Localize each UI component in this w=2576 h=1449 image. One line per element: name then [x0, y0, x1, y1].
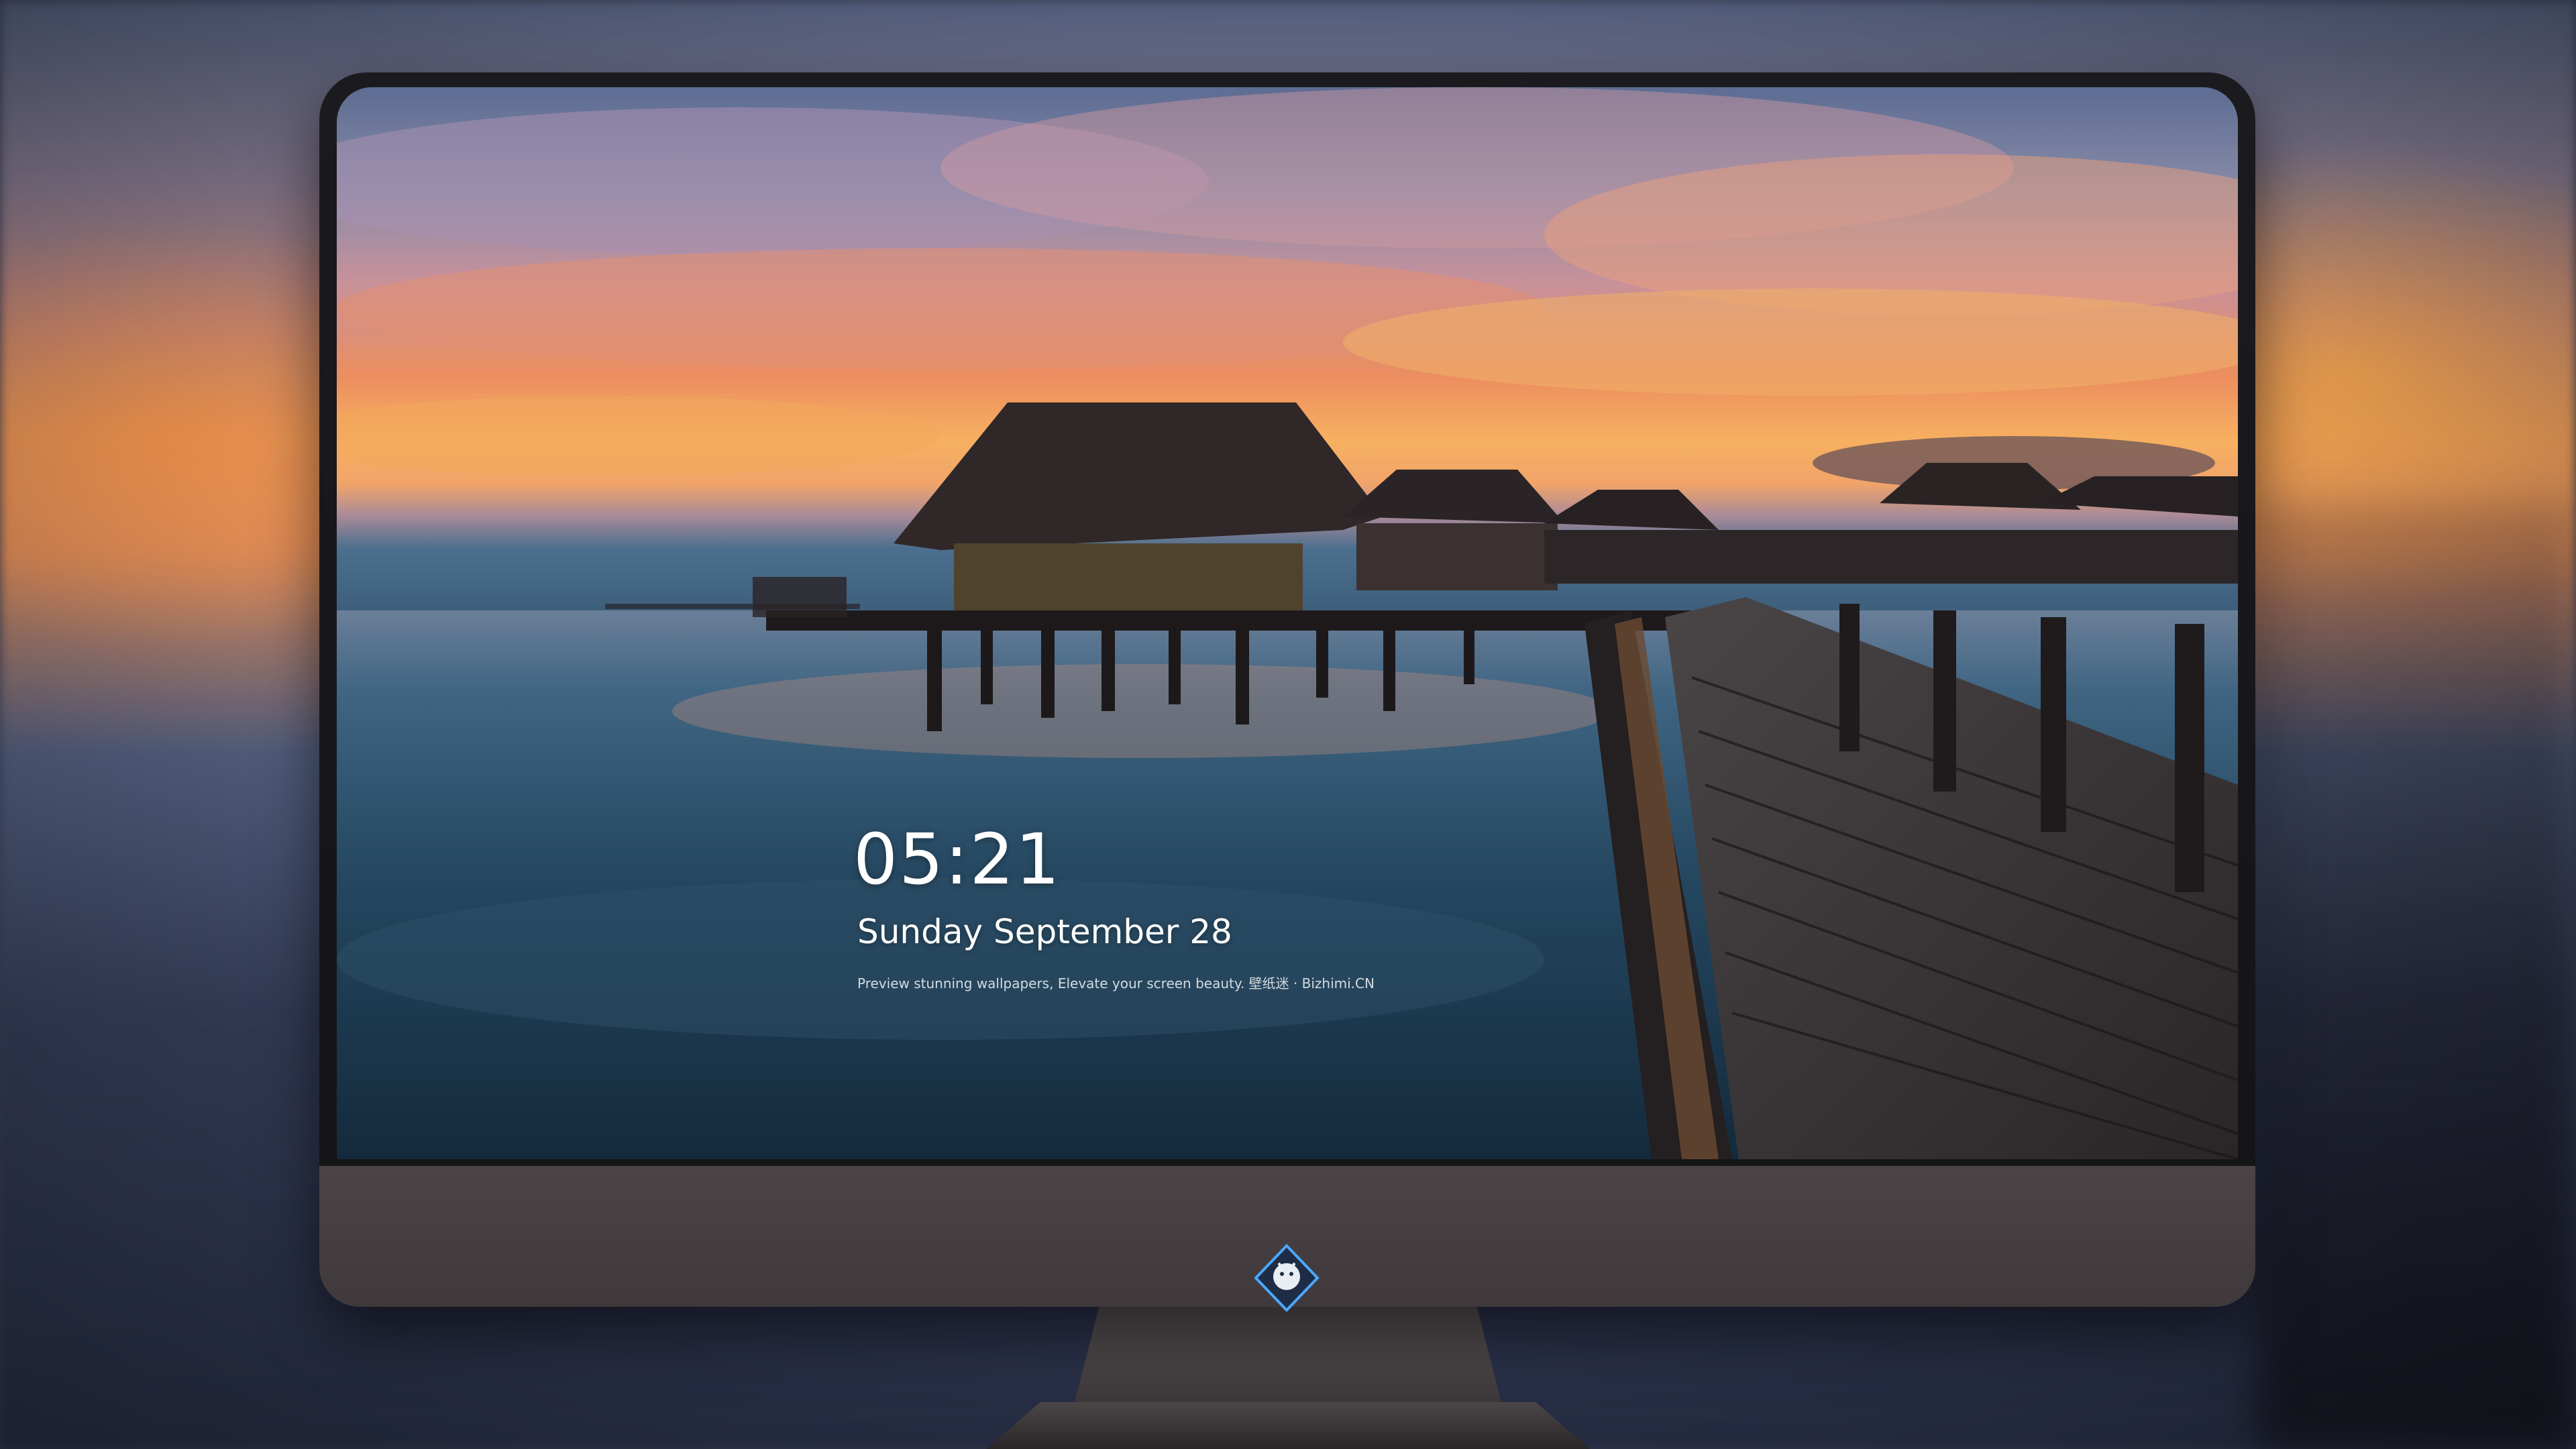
dragon-logo-icon	[1254, 1244, 1320, 1312]
monitor-stand-neck	[1073, 1307, 1503, 1407]
monitor-frame: 05:21 Sunday September 28 Preview stunni…	[319, 72, 2255, 1312]
lock-screen-time: 05:21	[853, 818, 1061, 900]
wallpaper-scene	[337, 87, 2238, 1159]
wallpaper-tagline: Preview stunning wallpapers, Elevate you…	[857, 975, 1375, 991]
lock-screen-date: Sunday September 28	[857, 912, 1232, 951]
monitor-stand-base	[986, 1402, 1590, 1449]
desktop-screen[interactable]: 05:21 Sunday September 28 Preview stunni…	[337, 87, 2238, 1159]
